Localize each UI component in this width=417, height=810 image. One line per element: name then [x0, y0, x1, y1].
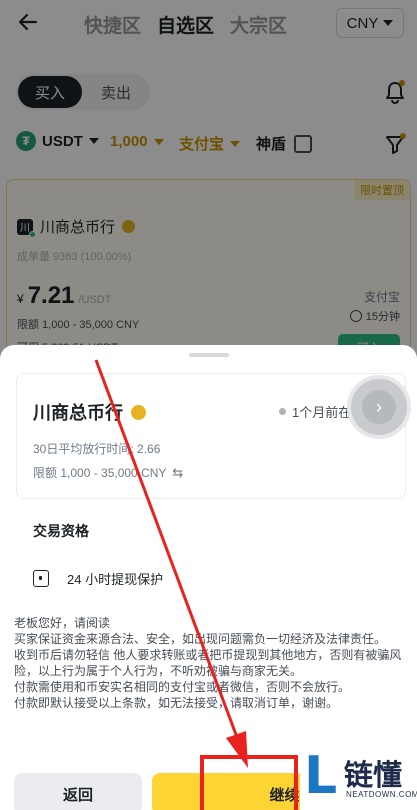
release-time: 30日平均放行时间: 2.66 [33, 442, 161, 456]
watermark-letter: L [304, 746, 338, 806]
merchant-notice: 老板您好，请阅读 买家保证资金来源合法、安全，如出现问题需负一切经济及法律责任。… [14, 615, 409, 711]
card-merchant-row: 川商总币行 [33, 399, 146, 425]
notice-line: 收到币后请勿轻信 他人要求转账或者把币提现到其他地方，否则有被骗风险，以上行为属… [14, 648, 402, 678]
back-button[interactable]: 返回 [14, 773, 142, 810]
section-title: 交易资格 [33, 523, 89, 539]
card-merchant-name: 川商总币行 [33, 403, 123, 423]
highlight-box [200, 755, 298, 810]
watermark-url: NEATDOWN.COM [346, 790, 417, 799]
card-limit: 限额 1,000 - 35,000 CNY [33, 466, 167, 480]
notice-line: 付款需使用和币安实名相同的支付宝或者微信，否则不会放行。 [14, 680, 351, 694]
merchant-info-card: 川商总币行 1个月前在线 › 30日平均放行时间: 2.66 限额 1,000 … [16, 373, 411, 499]
chevron-right-icon: › [362, 390, 396, 424]
notice-line: 买家保证资金来源合法、安全，如出现问题需负一切经济及法律责任。 [14, 632, 387, 646]
notice-line: 老板您好，请阅读 [14, 616, 111, 630]
card-limit-row: 限额 1,000 - 35,000 CNY ⇆ [33, 464, 183, 481]
notice-line: 付款即默认接受以上条款，如无法接受，请取消订单，谢谢。 [14, 696, 339, 710]
watermark-logo: L 链懂 NEATDOWN.COM [300, 746, 417, 810]
verified-badge-icon [131, 404, 146, 420]
swap-icon[interactable]: ⇆ [172, 465, 183, 481]
lock-icon [33, 570, 49, 587]
merchant-bottom-sheet: 川商总币行 1个月前在线 › 30日平均放行时间: 2.66 限额 1,000 … [0, 345, 417, 810]
protection-label: 24 小时提现保护 [67, 572, 164, 587]
drag-handle[interactable] [189, 353, 229, 357]
status-dot [279, 408, 286, 415]
protection-row: 24 小时提现保护 [33, 569, 163, 588]
watermark-text: 链懂 [344, 760, 403, 792]
merchant-detail-button[interactable]: › [347, 375, 411, 439]
